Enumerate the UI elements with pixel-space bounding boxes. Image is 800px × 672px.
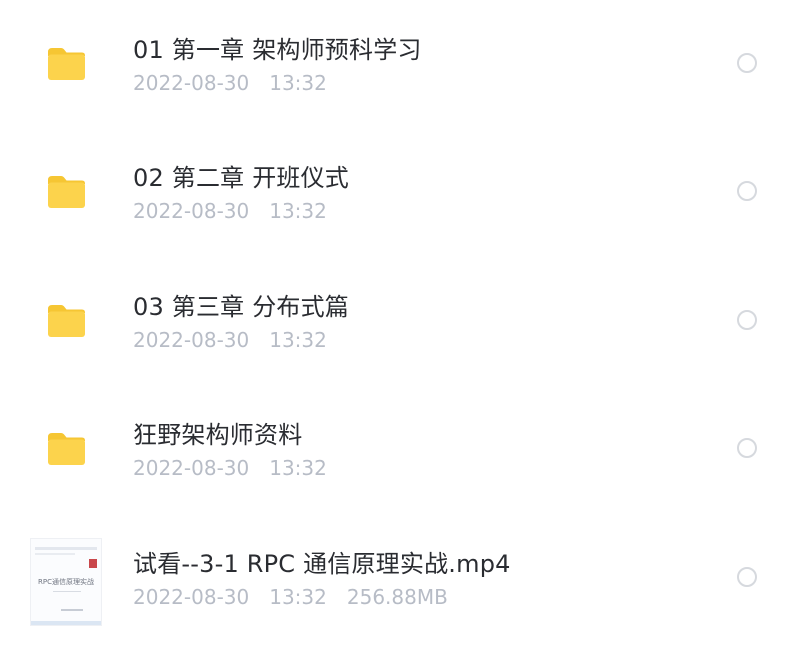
file-date: 2022-08-30 — [133, 456, 250, 480]
file-meta: 2022-08-30 13:32 — [133, 199, 327, 223]
video-thumbnail: RPC通信原理实战 — [30, 538, 102, 626]
folder-icon — [46, 174, 87, 210]
file-row-folder-01[interactable]: 01 第一章 架构师预科学习 2022-08-30 13:32 — [0, 0, 800, 128]
thumbnail-menu-line — [35, 553, 75, 555]
file-name: 01 第一章 架构师预科学习 — [133, 36, 422, 64]
folder-icon — [46, 46, 87, 82]
select-radio[interactable] — [737, 567, 757, 587]
file-meta: 2022-08-30 13:32 — [133, 328, 327, 352]
file-date: 2022-08-30 — [133, 328, 250, 352]
file-date: 2022-08-30 — [133, 585, 250, 609]
file-name: 03 第三章 分布式篇 — [133, 293, 349, 321]
file-row-video[interactable]: RPC通信原理实战 试看--3-1 RPC 通信原理实战.mp4 2022-08… — [0, 514, 800, 642]
thumbnail-toolbar — [35, 547, 97, 550]
file-size: 256.88MB — [346, 585, 448, 609]
select-radio[interactable] — [737, 438, 757, 458]
file-row-folder-materials[interactable]: 狂野架构师资料 2022-08-30 13:32 — [0, 385, 800, 513]
thumbnail-divider — [53, 591, 81, 592]
file-time: 13:32 — [269, 585, 327, 609]
thumbnail-logo — [89, 559, 97, 568]
file-list: 01 第一章 架构师预科学习 2022-08-30 13:32 02 第二章 开班… — [0, 0, 800, 672]
file-time: 13:32 — [269, 199, 327, 223]
file-time: 13:32 — [269, 71, 327, 95]
file-time: 13:32 — [269, 456, 327, 480]
thumbnail-footer-text — [61, 609, 83, 611]
file-meta: 2022-08-30 13:32 256.88MB — [133, 585, 448, 609]
folder-icon — [46, 303, 87, 339]
thumbnail-progress — [31, 621, 101, 625]
select-radio[interactable] — [737, 53, 757, 73]
file-date: 2022-08-30 — [133, 71, 250, 95]
file-meta: 2022-08-30 13:32 — [133, 456, 327, 480]
select-radio[interactable] — [737, 310, 757, 330]
file-name: 试看--3-1 RPC 通信原理实战.mp4 — [133, 550, 511, 578]
file-time: 13:32 — [269, 328, 327, 352]
select-radio[interactable] — [737, 181, 757, 201]
file-name: 02 第二章 开班仪式 — [133, 164, 349, 192]
file-meta: 2022-08-30 13:32 — [133, 71, 327, 95]
folder-icon — [46, 431, 87, 467]
file-row-folder-03[interactable]: 03 第三章 分布式篇 2022-08-30 13:32 — [0, 257, 800, 385]
file-name: 狂野架构师资料 — [133, 421, 303, 449]
file-date: 2022-08-30 — [133, 199, 250, 223]
file-row-folder-02[interactable]: 02 第二章 开班仪式 2022-08-30 13:32 — [0, 128, 800, 256]
thumbnail-title: RPC通信原理实战 — [38, 578, 94, 586]
